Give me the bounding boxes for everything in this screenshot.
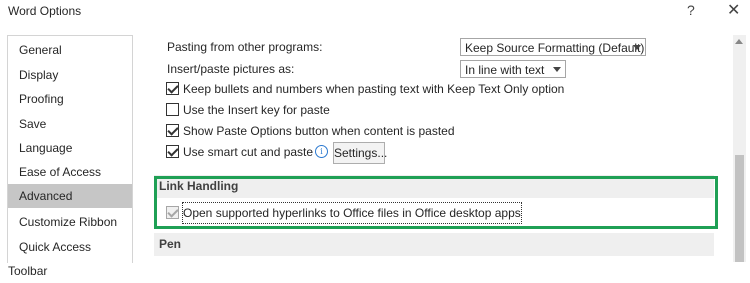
sidebar-item-label: Advanced <box>19 189 73 203</box>
show-paste-options-option[interactable]: Show Paste Options button when content i… <box>143 121 703 141</box>
insert-pictures-label: Insert/paste pictures as: <box>167 62 295 76</box>
scrollbar-thumb[interactable] <box>735 155 744 262</box>
content-scrollbar[interactable] <box>733 35 746 262</box>
smart-cut-paste-checkbox[interactable] <box>166 145 179 158</box>
sidebar-item-customize-ribbon[interactable]: Customize Ribbon <box>8 210 132 234</box>
info-icon[interactable]: i <box>315 145 328 158</box>
settings-button[interactable]: Settings... <box>333 142 387 164</box>
sidebar-item-label: Customize Ribbon <box>19 215 118 229</box>
show-paste-options-label: Show Paste Options button when content i… <box>183 124 455 138</box>
sidebar-item-label: Language <box>19 141 73 155</box>
insert-key-paste-label: Use the Insert key for paste <box>183 103 330 117</box>
help-button[interactable]: ? <box>687 2 695 18</box>
sidebar-item-label: Display <box>19 68 59 82</box>
pen-header: Pen <box>154 233 714 256</box>
sidebar-item-proofing[interactable]: Proofing <box>8 87 132 111</box>
sidebar-item-advanced[interactable]: Advanced <box>8 184 132 208</box>
paste-other-programs-dropdown[interactable]: Keep Source Formatting (Default) <box>460 38 646 56</box>
sidebar-item-save[interactable]: Save <box>8 112 132 136</box>
insert-pictures-value: In line with text <box>465 63 545 77</box>
title-bar: Word Options ? ✕ <box>0 0 750 28</box>
window-title: Word Options <box>8 4 82 18</box>
keep-bullets-checkbox[interactable] <box>166 82 179 95</box>
paste-other-programs-value: Keep Source Formatting (Default) <box>465 41 645 55</box>
sidebar-item-label: Ease of Access <box>19 165 102 179</box>
sidebar-item-label: Proofing <box>19 92 64 106</box>
show-paste-options-checkbox[interactable] <box>166 124 179 137</box>
insert-pictures-row: Insert/paste pictures as: In line with t… <box>143 59 703 79</box>
close-button[interactable]: ✕ <box>727 0 740 20</box>
scroll-up-icon[interactable] <box>735 39 743 44</box>
highlight-box <box>154 176 718 229</box>
insert-key-paste-option[interactable]: Use the Insert key for paste <box>143 100 703 120</box>
keep-bullets-label: Keep bullets and numbers when pasting te… <box>183 82 565 96</box>
sidebar-item-general[interactable]: General <box>8 38 132 62</box>
sidebar-item-quick-access-toolbar[interactable]: Quick Access Toolbar <box>8 235 132 278</box>
smart-cut-paste-option[interactable]: Use smart cut and paste i Settings... <box>143 142 703 166</box>
sidebar-item-language[interactable]: Language <box>8 136 132 160</box>
sidebar-item-label: Save <box>19 117 47 131</box>
chevron-down-icon <box>633 45 641 50</box>
paste-other-programs-row: Pasting from other programs: Keep Source… <box>143 37 703 57</box>
sidebar-item-label: General <box>19 43 62 57</box>
keep-bullets-option[interactable]: Keep bullets and numbers when pasting te… <box>143 79 703 99</box>
sidebar-item-ease-of-access[interactable]: Ease of Access <box>8 160 132 184</box>
chevron-down-icon <box>553 67 561 72</box>
options-sidebar: General Display Proofing Save Language E… <box>7 35 133 278</box>
sidebar-item-display[interactable]: Display <box>8 63 132 87</box>
insert-pictures-dropdown[interactable]: In line with text <box>460 60 566 78</box>
sidebar-item-label: Quick Access Toolbar <box>8 240 92 278</box>
smart-cut-paste-label: Use smart cut and paste <box>183 145 314 159</box>
insert-key-paste-checkbox[interactable] <box>166 103 179 116</box>
paste-other-programs-label: Pasting from other programs: <box>167 40 323 54</box>
